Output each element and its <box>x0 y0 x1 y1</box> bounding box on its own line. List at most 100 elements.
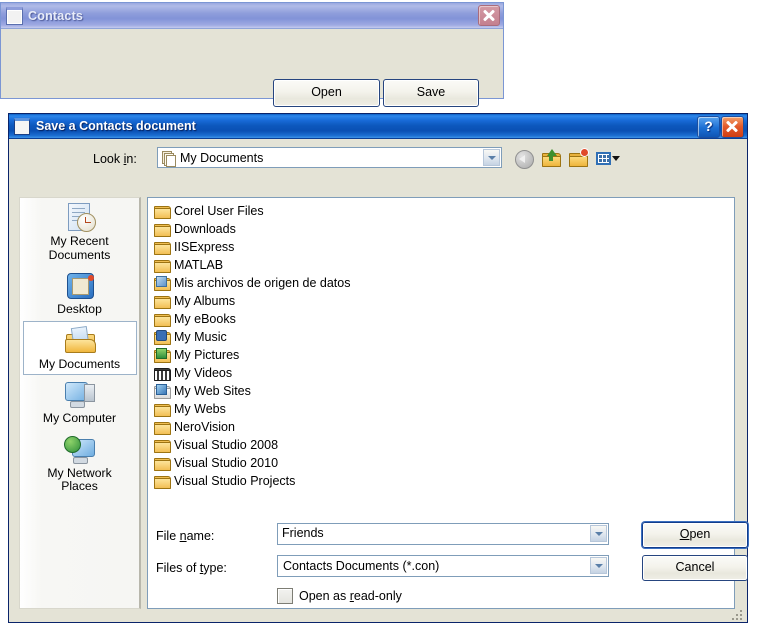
my-documents-icon <box>162 150 176 167</box>
place-desktop[interactable]: Desktop <box>23 266 137 321</box>
contacts-window: Contacts Open Save <box>0 2 504 107</box>
file-list-item[interactable]: My eBooks <box>150 310 360 328</box>
contacts-window-title: Contacts <box>28 8 84 23</box>
file-list-item-label: Downloads <box>174 222 236 236</box>
place-my-documents[interactable]: My Documents <box>22 320 137 375</box>
file-list-item-label: Corel User Files <box>174 204 264 218</box>
window-icon <box>6 6 23 25</box>
file-list-item[interactable]: My Pictures <box>150 346 360 364</box>
up-one-level-button[interactable] <box>541 148 562 168</box>
filetype-combobox[interactable]: Contacts Documents (*.con) <box>277 555 609 577</box>
file-list-item-label: IISExpress <box>174 240 235 254</box>
place-my-recent-documents[interactable]: My Recent Documents <box>23 198 137 266</box>
file-list-item-label: Mis archivos de origen de datos <box>174 276 351 290</box>
recent-documents-icon <box>64 203 96 233</box>
save-dialog: Save a Contacts document ? Look in: My D… <box>8 113 748 623</box>
cancel-button[interactable]: Cancel <box>642 555 748 581</box>
file-list-item-label: Visual Studio 2010 <box>174 456 279 470</box>
contacts-window-body: Open Save <box>1 29 503 107</box>
desktop-icon <box>64 271 96 301</box>
folder-icon <box>154 456 171 471</box>
file-list-item-label: Visual Studio Projects <box>174 474 296 488</box>
views-button[interactable] <box>595 148 620 168</box>
file-list-item[interactable]: MATLAB <box>150 256 360 274</box>
file-list-item[interactable]: Visual Studio 2010 <box>150 454 360 472</box>
file-list-item-label: My Music <box>174 330 227 344</box>
chevron-down-icon[interactable] <box>590 525 607 542</box>
create-new-folder-button[interactable] <box>568 148 589 168</box>
folder-icon <box>154 204 171 219</box>
window-icon <box>14 117 30 135</box>
file-list-item-label: My Pictures <box>174 348 240 362</box>
file-list-item[interactable]: Downloads <box>150 220 360 238</box>
file-list-item-label: Visual Studio 2008 <box>174 438 279 452</box>
filename-value: Friends <box>282 526 324 540</box>
file-list-item-label: My Web Sites <box>174 384 251 398</box>
filename-input[interactable]: Friends <box>282 526 582 542</box>
open-button[interactable]: Open <box>273 79 380 107</box>
web-sites-folder-icon <box>154 384 171 399</box>
place-my-network-places[interactable]: My Network Places <box>23 430 137 498</box>
music-folder-icon <box>154 330 171 345</box>
place-label: Desktop <box>57 302 102 316</box>
place-label: My Recent Documents <box>48 234 111 262</box>
open-button[interactable]: Open <box>642 522 748 548</box>
filetype-value: Contacts Documents (*.con) <box>283 559 440 573</box>
folder-icon <box>154 222 171 237</box>
help-icon[interactable]: ? <box>697 116 720 138</box>
file-list-item[interactable]: Visual Studio Projects <box>150 472 360 490</box>
close-icon[interactable] <box>478 5 500 26</box>
file-list-item[interactable]: My Webs <box>150 400 360 418</box>
folder-icon <box>154 474 171 489</box>
file-list-item-label: My Webs <box>174 402 226 416</box>
file-list-item-label: NeroVision <box>174 420 235 434</box>
file-list-item[interactable]: Visual Studio 2008 <box>150 436 360 454</box>
file-list-item[interactable]: My Music <box>150 328 360 346</box>
chevron-down-icon[interactable] <box>590 557 607 574</box>
place-label: My Documents <box>38 356 121 371</box>
data-sources-folder-icon <box>154 276 171 291</box>
my-documents-folder-icon <box>64 325 96 356</box>
folder-icon <box>154 294 171 309</box>
back-button[interactable] <box>514 148 535 169</box>
filename-label: File name: <box>156 529 215 543</box>
save-button[interactable]: Save <box>383 79 479 107</box>
file-list-item[interactable]: Corel User Files <box>150 202 360 220</box>
file-list-item[interactable]: IISExpress <box>150 238 360 256</box>
folder-icon <box>154 402 171 417</box>
dialog-title-bar[interactable]: Save a Contacts document ? <box>9 114 747 139</box>
file-list-item-label: My Albums <box>174 294 236 308</box>
open-as-readonly-row[interactable]: Open as read-only <box>277 588 402 604</box>
close-icon[interactable] <box>721 116 744 138</box>
file-list-item-label: MATLAB <box>174 258 224 272</box>
file-list-item[interactable]: NeroVision <box>150 418 360 436</box>
filename-combobox[interactable]: Friends <box>277 523 609 545</box>
file-list-item[interactable]: My Videos <box>150 364 360 382</box>
dialog-toolbar <box>514 147 620 169</box>
pictures-folder-icon <box>154 348 171 363</box>
videos-folder-icon <box>154 366 171 381</box>
folder-icon <box>154 240 171 255</box>
lookin-combobox[interactable]: My Documents <box>157 147 502 168</box>
file-list-item[interactable]: Mis archivos de origen de datos <box>150 274 360 292</box>
contacts-title-bar[interactable]: Contacts <box>1 3 503 29</box>
file-list-item-label: My Videos <box>174 366 233 380</box>
chevron-down-icon[interactable] <box>483 149 500 166</box>
lookin-row: Look in: My Documents <box>9 147 747 175</box>
resize-grip[interactable] <box>732 608 744 620</box>
my-computer-icon <box>64 380 96 410</box>
lookin-label: Look in: <box>93 152 137 166</box>
folder-icon <box>154 312 171 327</box>
filetype-label: Files of type: <box>156 561 227 575</box>
place-label: My Network Places <box>47 465 112 493</box>
places-bar: My Recent Documents Desktop My Documents … <box>19 197 141 609</box>
open-as-readonly-checkbox[interactable] <box>277 588 293 604</box>
folder-icon <box>154 420 171 435</box>
folder-icon <box>154 438 171 453</box>
place-my-computer[interactable]: My Computer <box>23 375 137 430</box>
file-list-item[interactable]: My Albums <box>150 292 360 310</box>
file-list-item[interactable]: My Web Sites <box>150 382 360 400</box>
dialog-title: Save a Contacts document <box>36 119 196 133</box>
folder-icon <box>154 258 171 273</box>
chevron-down-icon[interactable] <box>612 156 620 161</box>
